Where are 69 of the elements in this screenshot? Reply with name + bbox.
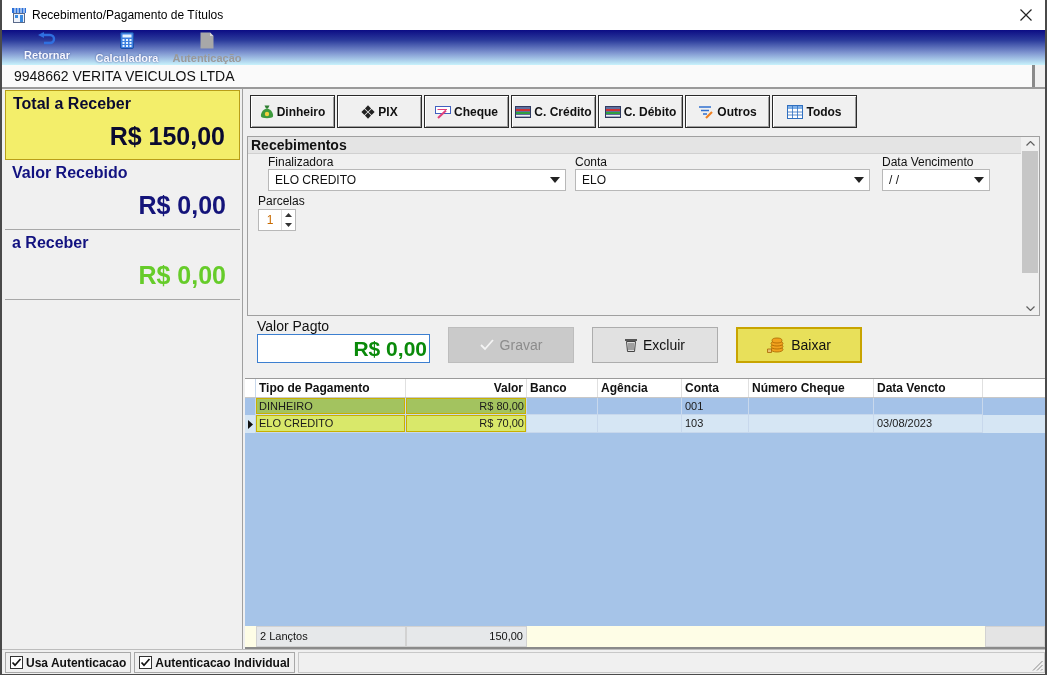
column-header[interactable]: Data Vencto: [874, 379, 983, 397]
calculator-icon: [120, 32, 134, 49]
document-icon: [200, 32, 214, 49]
checkbox[interactable]: [139, 656, 153, 669]
coins-icon: [767, 337, 786, 353]
summary-label: Valor Recebido: [12, 163, 128, 182]
settle-button[interactable]: Baixar: [736, 327, 862, 363]
table-cell: R$ 70,00: [406, 415, 527, 433]
delete-button[interactable]: Excluir: [592, 327, 718, 363]
trash-icon: [625, 338, 637, 352]
checkmark-icon: [479, 339, 494, 351]
resize-grip-icon: [1032, 660, 1043, 671]
table-row[interactable]: ELO CREDITO R$ 70,00 103 03/08/2023: [245, 415, 1045, 433]
down-arrow-icon: [285, 223, 292, 227]
return-arrow-icon: [38, 32, 56, 46]
table-cell: ELO CREDITO: [256, 415, 406, 433]
spin-field[interactable]: 1: [258, 209, 296, 231]
summary-label: a Receber: [12, 233, 89, 252]
list-pencil-icon: [698, 104, 715, 119]
dropdown-arrow-icon: [854, 177, 864, 183]
table-cell: DINHEIRO: [256, 398, 406, 415]
diamond-icon: [361, 104, 376, 119]
signature-icon: [435, 104, 451, 119]
table-cell: R$ 80,00: [406, 398, 527, 415]
dropdown-field[interactable]: / /: [882, 169, 990, 191]
summary-value: R$ 0,00: [138, 190, 226, 220]
row-pointer-icon: [247, 419, 253, 429]
customer-name: 9948662 VERITA VEICULOS LTDA: [14, 66, 235, 86]
field-label: Conta: [575, 156, 608, 169]
dropdown-arrow-icon: [550, 177, 560, 183]
summary-value: R$ 150,00: [109, 121, 225, 151]
column-header[interactable]: Banco: [527, 379, 598, 397]
footer-cell: 2 Lançtos: [256, 626, 406, 647]
payment-type-button[interactable]: Cheque: [424, 95, 509, 128]
scrollbar-thumb[interactable]: [1022, 151, 1038, 273]
field-label: Parcelas: [258, 195, 305, 208]
dropdown-field[interactable]: ELO CREDITO: [268, 169, 566, 191]
field-label: Finalizadora: [268, 156, 334, 169]
table-cell: 103: [682, 415, 749, 433]
money-bag-icon: [259, 104, 274, 119]
field-label: Data Vencimento: [882, 156, 974, 169]
summary-label: Total a Receber: [13, 94, 131, 113]
summary-value: R$ 0,00: [138, 260, 226, 290]
payment-type-button[interactable]: Todos: [772, 95, 857, 128]
up-arrow-icon: [285, 213, 292, 217]
dropdown-field[interactable]: ELO: [575, 169, 870, 191]
payment-type-button[interactable]: C. Crédito: [511, 95, 596, 128]
payment-type-button[interactable]: Outros: [685, 95, 770, 128]
dropdown-arrow-icon: [974, 177, 984, 183]
column-header[interactable]: Tipo de Pagamento: [256, 379, 406, 397]
column-header[interactable]: Valor: [406, 379, 527, 397]
payment-type-button[interactable]: Dinheiro: [250, 95, 335, 128]
card-icon: [604, 105, 621, 118]
column-header[interactable]: Conta: [682, 379, 749, 397]
section-title: Recebimentos: [248, 137, 1021, 154]
table-icon: [787, 104, 804, 119]
field-label: Valor Pagto: [257, 319, 330, 334]
close-icon: [1020, 9, 1032, 21]
card-icon: [515, 105, 532, 118]
column-header[interactable]: Agência: [598, 379, 682, 397]
table-cell: 03/08/2023: [874, 415, 983, 433]
store-icon: [11, 7, 27, 23]
payment-type-button[interactable]: PIX: [337, 95, 422, 128]
footer-cell: 150,00: [406, 626, 527, 647]
amount-field[interactable]: R$ 0,00: [257, 334, 430, 363]
checkbox[interactable]: [10, 656, 23, 669]
column-header[interactable]: Número Cheque: [749, 379, 874, 397]
window-title: Recebimento/Pagamento de Títulos: [32, 7, 224, 24]
payment-type-button[interactable]: C. Débito: [598, 95, 683, 128]
